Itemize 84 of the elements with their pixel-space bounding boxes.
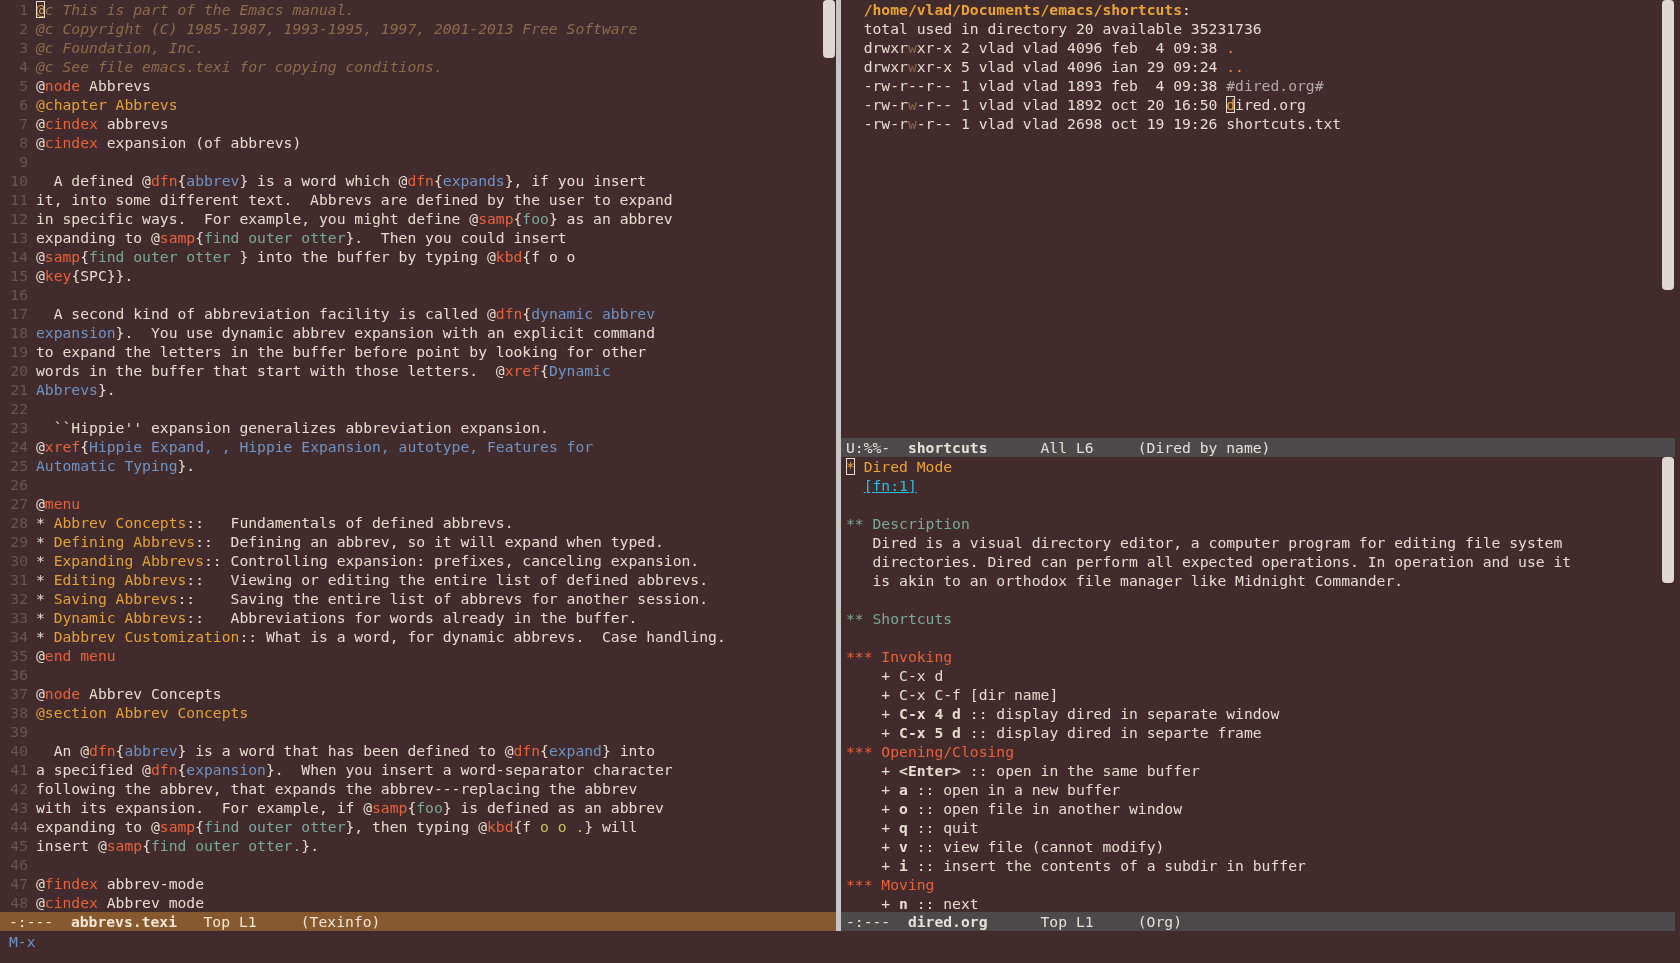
code-line: Automatic Typing}. [36,456,196,475]
file-entry: drwxrwxr-x 5 vlad vlad 4096 ian 29 09:24 .. [863,57,1244,76]
text-line: + i :: insert the contents of a subdir in buffer [880,856,1306,875]
code-line: @c See file emacs.texi for copying conditions. [36,57,443,76]
code-line: @node Abbrevs [36,76,151,95]
cursor-position: All L6 [1040,438,1095,457]
text-line: + q :: quit [880,818,979,837]
code-line: words in the buffer that start with those letters. @xref{Dynamic [36,361,611,380]
scrollbar-thumb[interactable] [823,0,835,58]
code-line: a specified @dfn{expansion}. When you insert a word-separator character [36,760,673,779]
major-mode: (Texinfo) [300,912,381,931]
code-line: * Dynamic Abbrevs:: Abbreviations for words already in the buffer. [36,608,638,627]
buffer-name: abbrevs.texi [70,912,178,931]
code-line: @end menu [36,646,116,665]
text-line: * Dired Mode [846,457,953,476]
modified-status: -:--- [9,912,55,931]
scrollbar-thumb[interactable] [1662,457,1674,583]
code-line: expanding to @samp{find outer otter}. Then you could insert [36,228,567,247]
text-line: + <Enter> :: open in the same buffer [880,761,1200,780]
major-mode: (Dired by name) [1137,438,1271,457]
text-line: + C-x 5 d :: display dired in separte frame [880,723,1262,742]
code-line: expanding to @samp{find outer otter}, then typing @kbd{f o o .} will [36,817,638,836]
text-line: + a :: open in a new buffer [880,780,1121,799]
code-line: @c Copyright (C) 1985-1987, 1993-1995, 1997, 2001-2013 Free Software [36,19,638,38]
file-entry: -rw-rw-r-- 1 vlad vlad 2698 oct 19 19:26 shortcuts.txt [863,114,1342,133]
code-line: * Saving Abbrevs:: Saving the entire list of abbrevs for another session. [36,589,709,608]
code-line: @chapter Abbrevs [36,95,178,114]
code-line: * Expanding Abbrevs:: Controlling expansion: prefixes, canceling expansion. [36,551,700,570]
modified-status: U:%%- [846,438,892,457]
file-entry: -rw-r--r-- 1 vlad vlad 1893 feb 4 09:38 #dired.org# [863,76,1324,95]
text-line: Dired is a visual directory editor, a computer program for editing file system [871,533,1563,552]
cursor-position: Top L1 [203,912,258,931]
text-line: + v :: view file (cannot modify) [880,837,1165,856]
file-entry: /home/vlad/Documents/emacs/shortcuts: [863,0,1191,19]
code-line: Abbrevs}. [36,380,116,399]
text-line: is akin to an orthodox file manager like Midnight Commander. [871,571,1404,590]
major-mode: (Org) [1137,912,1182,931]
text-line: *** Invoking [846,647,953,666]
text-line: directories. Dired can perform all expected operations. In operation and use it [871,552,1572,571]
text-line: + C-x 4 d :: display dired in separate window [880,704,1280,723]
code-line: @section Abbrev Concepts [36,703,249,722]
text-line: + o :: open file in another window [880,799,1183,818]
code-line: @cindex expansion (of abbrevs) [36,133,302,152]
code-line: ``Hippie'' expansion generalizes abbreviation expansion. [52,418,549,437]
code-line: @menu [36,494,81,513]
code-line: An @dfn{abbrev} is a word that has been defined to @dfn{expand} into [52,741,656,760]
code-line: * Editing Abbrevs:: Viewing or editing the entire list of defined abbrevs. [36,570,709,589]
code-line: to expand the letters in the buffer before point by looking for other [36,342,647,361]
code-line: * Defining Abbrevs:: Defining an abbrev, so it will expand when typed. [36,532,664,551]
text-line: *** Opening/Closing [846,742,1014,761]
buffer-name: dired.org [907,912,989,931]
text-line: ** Description [846,514,970,533]
text-line: + C-x C-f [dir name] [880,685,1059,704]
code-line: it, into some different text. Abbrevs are defined by the user to expand [36,190,673,209]
file-entry: drwxrwxr-x 2 vlad vlad 4096 feb 4 09:38 . [863,38,1236,57]
text-line: *** Moving [846,875,935,894]
code-line: @xref{Hippie Expand, , Hippie Expansion, autotype, Features for [36,437,594,456]
code-line: insert @samp{find outer otter.}. [36,836,319,855]
code-line: @findex abbrev-mode [36,874,205,893]
code-line: A defined @dfn{abbrev} is a word which @dfn{expands}, if you insert [52,171,647,190]
code-line: @node Abbrev Concepts [36,684,222,703]
modified-status: -:--- [846,912,892,931]
code-line: following the abbrev, that expands the abbrev---replacing the abbrev [36,779,638,798]
code-line: A second kind of abbreviation facility is called @dfn{dynamic abbrev [52,304,655,323]
cursor-position: Top L1 [1040,912,1095,931]
code-line: in specific ways. For example, you might define @samp{foo} as an abbrev [36,209,673,228]
code-line: with its expansion. For example, if @samp{foo} is defined as an abbrev [36,798,664,817]
code-line: @key{SPC}}. [36,266,134,285]
file-entry: -rw-rw-r-- 1 vlad vlad 1892 oct 20 16:50 dired.org [863,95,1306,114]
code-line: @cindex Abbrev mode [36,893,205,912]
code-line: @cindex abbrevs [36,114,169,133]
code-line: @c Foundation, Inc. [36,38,204,57]
code-line: expansion}. You use dynamic abbrev expansion with an explicit command [36,323,655,342]
scrollbar-thumb[interactable] [1662,0,1674,290]
text-line: + n :: next [880,894,979,912]
file-entry: total used in directory 20 available 35231736 [863,19,1262,38]
text-line: ** Shortcuts [846,609,953,628]
code-line: @samp{find outer otter } into the buffer by typing @kbd{f o o [36,247,576,266]
code-line: * Abbrev Concepts:: Fundamentals of defined abbrevs. [36,513,514,532]
text-line: [fn:1] [862,476,917,495]
buffer-name: shortcuts [907,438,989,457]
minibuffer-prompt: M-x [9,933,36,950]
code-line: * Dabbrev Customization:: What is a word, for dynamic abbrevs. Case handling. [36,627,726,646]
text-line: + C-x d [880,666,944,685]
